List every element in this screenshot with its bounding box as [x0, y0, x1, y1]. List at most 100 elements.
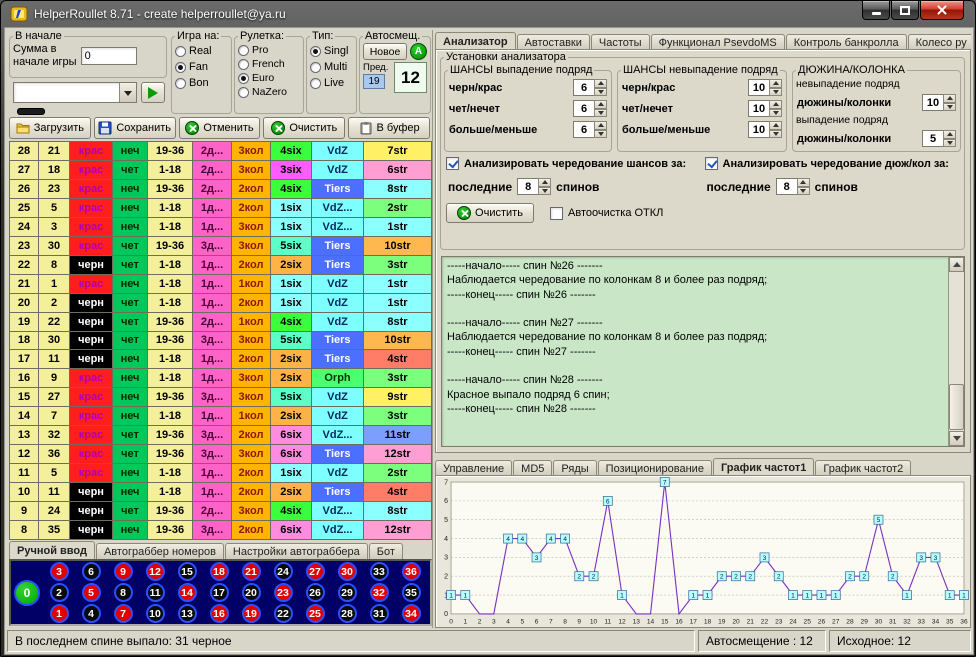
spinner-down-icon[interactable] [769, 88, 782, 97]
radio-french[interactable]: French [238, 57, 300, 71]
number-button-27[interactable]: 27 [306, 562, 325, 581]
number-button-31[interactable]: 31 [370, 604, 389, 623]
number-button-7[interactable]: 7 [114, 604, 133, 623]
spinner-down-icon[interactable] [538, 187, 551, 196]
spinner-down-icon[interactable] [594, 109, 607, 118]
spinner-down-icon[interactable] [769, 130, 782, 139]
autoclean-checkbox[interactable] [550, 207, 563, 220]
spinner-down-icon[interactable] [943, 103, 956, 112]
radio-bon[interactable]: Bon [175, 75, 228, 91]
spinner-input[interactable] [748, 100, 769, 117]
analyzer-clear-button[interactable]: Очистить [446, 203, 534, 223]
spinner-up-icon[interactable] [943, 130, 956, 139]
number-button-20[interactable]: 20 [242, 583, 261, 602]
number-button-8[interactable]: 8 [114, 583, 133, 602]
number-button-1[interactable]: 1 [50, 604, 69, 623]
spinner-up-icon[interactable] [594, 79, 607, 88]
number-button-21[interactable]: 21 [242, 562, 261, 581]
tab-Автограббер номеров[interactable]: Автограббер номеров [96, 543, 224, 559]
number-button-2[interactable]: 2 [50, 583, 69, 602]
undo-button[interactable]: Отменить [179, 117, 261, 139]
clear-button[interactable]: Очистить [263, 117, 345, 139]
autoshift-badge[interactable]: A [410, 43, 427, 60]
number-button-30[interactable]: 30 [338, 562, 357, 581]
spinner-input[interactable] [922, 94, 943, 111]
tab-Настройки автограббера[interactable]: Настройки автограббера [225, 543, 368, 559]
tab-Колесо ру[interactable]: Колесо ру [908, 34, 971, 50]
radio-multi[interactable]: Multi [310, 59, 353, 75]
radio-pro[interactable]: Pro [238, 43, 300, 57]
spinner-down-icon[interactable] [943, 139, 956, 148]
load-button[interactable]: Загрузить [9, 117, 91, 139]
spinner-input[interactable] [573, 121, 594, 138]
number-button-3[interactable]: 3 [50, 562, 69, 581]
spinner-up-icon[interactable] [769, 121, 782, 130]
number-button-10[interactable]: 10 [146, 604, 165, 623]
radio-real[interactable]: Real [175, 43, 228, 59]
number-button-16[interactable]: 16 [210, 604, 229, 623]
spinner-down-icon[interactable] [797, 187, 810, 196]
number-button-23[interactable]: 23 [274, 583, 293, 602]
spinner-down-icon[interactable] [594, 88, 607, 97]
number-button-15[interactable]: 15 [178, 562, 197, 581]
alt-dozens-checkbox[interactable] [705, 157, 718, 170]
spinner-input[interactable] [573, 100, 594, 117]
scroll-thumb[interactable] [949, 384, 964, 430]
combobox-dropdown-icon[interactable] [119, 83, 136, 102]
spinner-input[interactable] [922, 130, 943, 147]
tab-Бот[interactable]: Бот [369, 543, 403, 559]
tab-MD5[interactable]: MD5 [513, 460, 552, 476]
spinner-up-icon[interactable] [943, 94, 956, 103]
tab-Ручной ввод[interactable]: Ручной ввод [9, 541, 95, 559]
spinner-down-icon[interactable] [594, 130, 607, 139]
tab-Управление[interactable]: Управление [435, 460, 512, 476]
spins-table[interactable]: 2821краснеч19-362д...3кол4sixVdZ7str2718… [9, 141, 432, 540]
number-button-32[interactable]: 32 [370, 583, 389, 602]
analyzer-log[interactable]: -----начало----- спин №26 ------- Наблюд… [441, 256, 965, 447]
number-button-5[interactable]: 5 [82, 583, 101, 602]
radio-euro[interactable]: Euro [238, 71, 300, 85]
number-button-6[interactable]: 6 [82, 562, 101, 581]
number-button-4[interactable]: 4 [82, 604, 101, 623]
spinner-up-icon[interactable] [769, 100, 782, 109]
number-button-35[interactable]: 35 [402, 583, 421, 602]
scroll-down-icon[interactable] [949, 431, 964, 446]
number-button-25[interactable]: 25 [306, 604, 325, 623]
spinner-up-icon[interactable] [538, 178, 551, 187]
radio-nazero[interactable]: NaZero [238, 85, 300, 99]
spinner-up-icon[interactable] [797, 178, 810, 187]
number-button-29[interactable]: 29 [338, 583, 357, 602]
radio-fan[interactable]: Fan [175, 59, 228, 75]
number-button-19[interactable]: 19 [242, 604, 261, 623]
spinner-input[interactable] [776, 178, 797, 195]
number-button-13[interactable]: 13 [178, 604, 197, 623]
maximize-button[interactable] [891, 1, 919, 20]
tab-Анализатор[interactable]: Анализатор [435, 32, 516, 50]
number-button-zero[interactable]: 0 [14, 580, 40, 606]
number-button-17[interactable]: 17 [210, 583, 229, 602]
tab-Функционал PsevdoMS[interactable]: Функционал PsevdoMS [651, 34, 785, 50]
number-button-34[interactable]: 34 [402, 604, 421, 623]
save-button[interactable]: Сохранить [94, 117, 176, 139]
number-button-12[interactable]: 12 [146, 562, 165, 581]
number-button-14[interactable]: 14 [178, 583, 197, 602]
number-button-18[interactable]: 18 [210, 562, 229, 581]
spinner-input[interactable] [517, 178, 538, 195]
alt-chances-checkbox[interactable] [446, 157, 459, 170]
spinner-input[interactable] [748, 79, 769, 96]
titlebar[interactable]: HelperRoullet 8.71 - create helperroulle… [4, 1, 972, 27]
spinner-input[interactable] [573, 79, 594, 96]
start-sum-input[interactable] [81, 47, 137, 65]
tab-Ряды[interactable]: Ряды [553, 460, 596, 476]
copy-buffer-button[interactable]: В буфер [348, 117, 430, 139]
tab-Контроль банкролла[interactable]: Контроль банкролла [786, 34, 907, 50]
collapse-handle[interactable] [17, 108, 45, 115]
log-scrollbar[interactable] [948, 257, 964, 446]
history-combobox[interactable] [13, 82, 137, 103]
spinner-input[interactable] [748, 121, 769, 138]
play-button[interactable] [141, 82, 165, 103]
scroll-up-icon[interactable] [949, 257, 964, 272]
radio-live[interactable]: Live [310, 75, 353, 91]
tab-Частоты[interactable]: Частоты [591, 34, 650, 50]
number-button-11[interactable]: 11 [146, 583, 165, 602]
